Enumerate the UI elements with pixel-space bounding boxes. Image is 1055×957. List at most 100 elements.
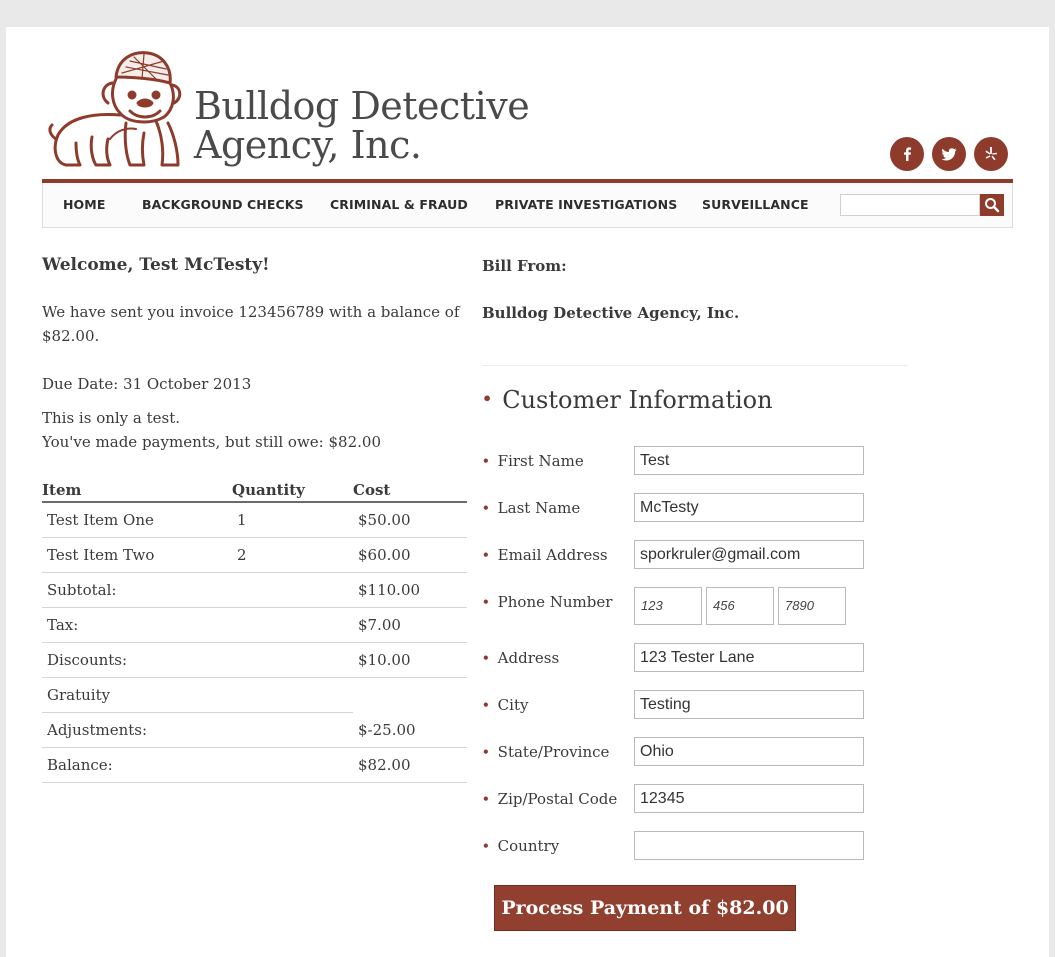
item-quantity: 2	[232, 537, 353, 573]
welcome-heading: Welcome, Test McTesty!	[42, 255, 270, 275]
bullet-icon: •	[482, 501, 490, 515]
summary-value	[353, 678, 467, 713]
first-name-label: • First Name	[482, 452, 584, 470]
invoice-sent-line-1: We have sent you invoice 123456789 with …	[42, 303, 460, 321]
bullet-icon: •	[482, 595, 490, 609]
summary-label: Gratuity	[42, 677, 353, 713]
city-label-text: City	[497, 696, 529, 714]
summary-value: $110.00	[353, 572, 467, 608]
last-name-label-text: Last Name	[497, 499, 581, 517]
item-name: Test Item One	[42, 502, 232, 538]
bullet-icon: •	[482, 389, 493, 408]
nav-item-home[interactable]: HOME	[63, 183, 105, 227]
phone-area-code-field[interactable]: 123	[634, 587, 702, 625]
customer-information-title: Customer Information	[502, 386, 773, 414]
summary-row-subtotal: Subtotal: $110.00	[42, 572, 467, 608]
bullet-icon: •	[482, 792, 490, 806]
phone-label-text: Phone Number	[497, 593, 613, 611]
first-name-field[interactable]: Test	[634, 446, 864, 475]
city-label: • City	[482, 696, 528, 714]
country-field[interactable]	[634, 831, 864, 860]
summary-row-adjustments: Adjustments: $-25.00	[42, 712, 467, 748]
amount-owed: You've made payments, but still owe: $82…	[42, 433, 381, 451]
address-label: • Address	[482, 649, 559, 667]
nav-item-background-checks[interactable]: BACKGROUND CHECKS	[142, 183, 304, 227]
country-label-text: Country	[497, 837, 560, 855]
last-name-field[interactable]: McTesty	[634, 493, 864, 522]
brand-name[interactable]: Bulldog Detective Agency, Inc.	[194, 84, 530, 167]
bullet-icon: •	[482, 698, 490, 712]
column-header-cost: Cost	[353, 477, 467, 503]
invoice-table: Item Quantity Cost Test Item One 1 $50.0…	[42, 477, 467, 783]
city-field[interactable]: Testing	[634, 690, 864, 719]
table-header-row: Item Quantity Cost	[42, 477, 467, 503]
summary-row-gratuity: Gratuity	[42, 677, 467, 713]
email-label-text: Email Address	[497, 546, 608, 564]
invoice-sent-text: We have sent you invoice 123456789 with …	[42, 300, 462, 348]
summary-row-discounts: Discounts: $10.00	[42, 642, 467, 678]
first-name-label-text: First Name	[497, 452, 584, 470]
summary-label: Tax:	[42, 607, 353, 643]
item-cost: $50.00	[353, 502, 467, 538]
test-note: This is only a test.	[42, 409, 181, 427]
bullet-icon: •	[482, 651, 490, 665]
summary-label: Balance:	[42, 747, 353, 783]
bill-from-name: Bulldog Detective Agency, Inc.	[482, 304, 740, 322]
bullet-icon: •	[482, 454, 490, 468]
page: Bulldog Detective Agency, Inc. HOME BACK…	[6, 27, 1049, 957]
item-cost: $60.00	[353, 537, 467, 573]
summary-value: $10.00	[353, 642, 467, 678]
main-nav: HOME BACKGROUND CHECKS CRIMINAL & FRAUD …	[42, 183, 1013, 228]
last-name-label: • Last Name	[482, 499, 580, 517]
state-field[interactable]: Ohio	[634, 737, 864, 766]
summary-value: $7.00	[353, 607, 467, 643]
summary-label: Subtotal:	[42, 572, 353, 608]
zip-label: • Zip/Postal Code	[482, 790, 617, 808]
nav-item-private-investigations[interactable]: PRIVATE INVESTIGATIONS	[495, 183, 677, 227]
state-label-text: State/Province	[497, 743, 610, 761]
email-field[interactable]: sporkruler@gmail.com	[634, 540, 864, 569]
process-payment-button[interactable]: Process Payment of $82.00	[494, 885, 796, 931]
summary-value: $-25.00	[353, 712, 467, 748]
brand-line-1: Bulldog Detective	[194, 84, 530, 128]
column-header-item: Item	[42, 477, 232, 503]
summary-label: Discounts:	[42, 642, 353, 678]
nav-item-surveillance[interactable]: SURVEILLANCE	[702, 183, 809, 227]
bullet-icon: •	[482, 745, 490, 759]
nav-item-criminal-fraud[interactable]: CRIMINAL & FRAUD	[330, 183, 468, 227]
bulldog-logo-icon[interactable]	[46, 39, 194, 171]
table-row: Test Item Two 2 $60.00	[42, 537, 467, 573]
phone-line-field[interactable]: 7890	[778, 587, 846, 625]
phone-label: • Phone Number	[482, 593, 612, 611]
bullet-icon: •	[482, 839, 490, 853]
email-label: • Email Address	[482, 546, 608, 564]
address-field[interactable]: 123 Tester Lane	[634, 643, 864, 672]
summary-value: $82.00	[353, 747, 467, 783]
table-row: Test Item One 1 $50.00	[42, 502, 467, 538]
customer-information-heading: • Customer Information	[482, 386, 773, 414]
search-icon	[985, 198, 1000, 213]
country-label: • Country	[482, 837, 559, 855]
due-date: Due Date: 31 October 2013	[42, 375, 252, 393]
facebook-icon[interactable]	[890, 137, 924, 171]
summary-row-balance: Balance: $82.00	[42, 747, 467, 783]
item-name: Test Item Two	[42, 537, 232, 573]
summary-row-tax: Tax: $7.00	[42, 607, 467, 643]
item-quantity: 1	[232, 502, 353, 538]
zip-field[interactable]: 12345	[634, 784, 864, 813]
address-label-text: Address	[497, 649, 560, 667]
invoice-sent-line-2: $82.00.	[42, 327, 100, 345]
summary-label: Adjustments:	[42, 712, 353, 748]
search-button[interactable]	[980, 194, 1004, 216]
column-header-quantity: Quantity	[232, 477, 353, 503]
state-label: • State/Province	[482, 743, 609, 761]
yelp-icon[interactable]	[974, 137, 1008, 171]
phone-prefix-field[interactable]: 456	[706, 587, 774, 625]
section-divider	[482, 365, 907, 366]
bullet-icon: •	[482, 548, 490, 562]
twitter-icon[interactable]	[932, 137, 966, 171]
bill-from-heading: Bill From:	[482, 257, 567, 275]
brand-line-2: Agency, Inc.	[194, 123, 422, 167]
search-input[interactable]	[840, 194, 980, 216]
zip-label-text: Zip/Postal Code	[497, 790, 618, 808]
